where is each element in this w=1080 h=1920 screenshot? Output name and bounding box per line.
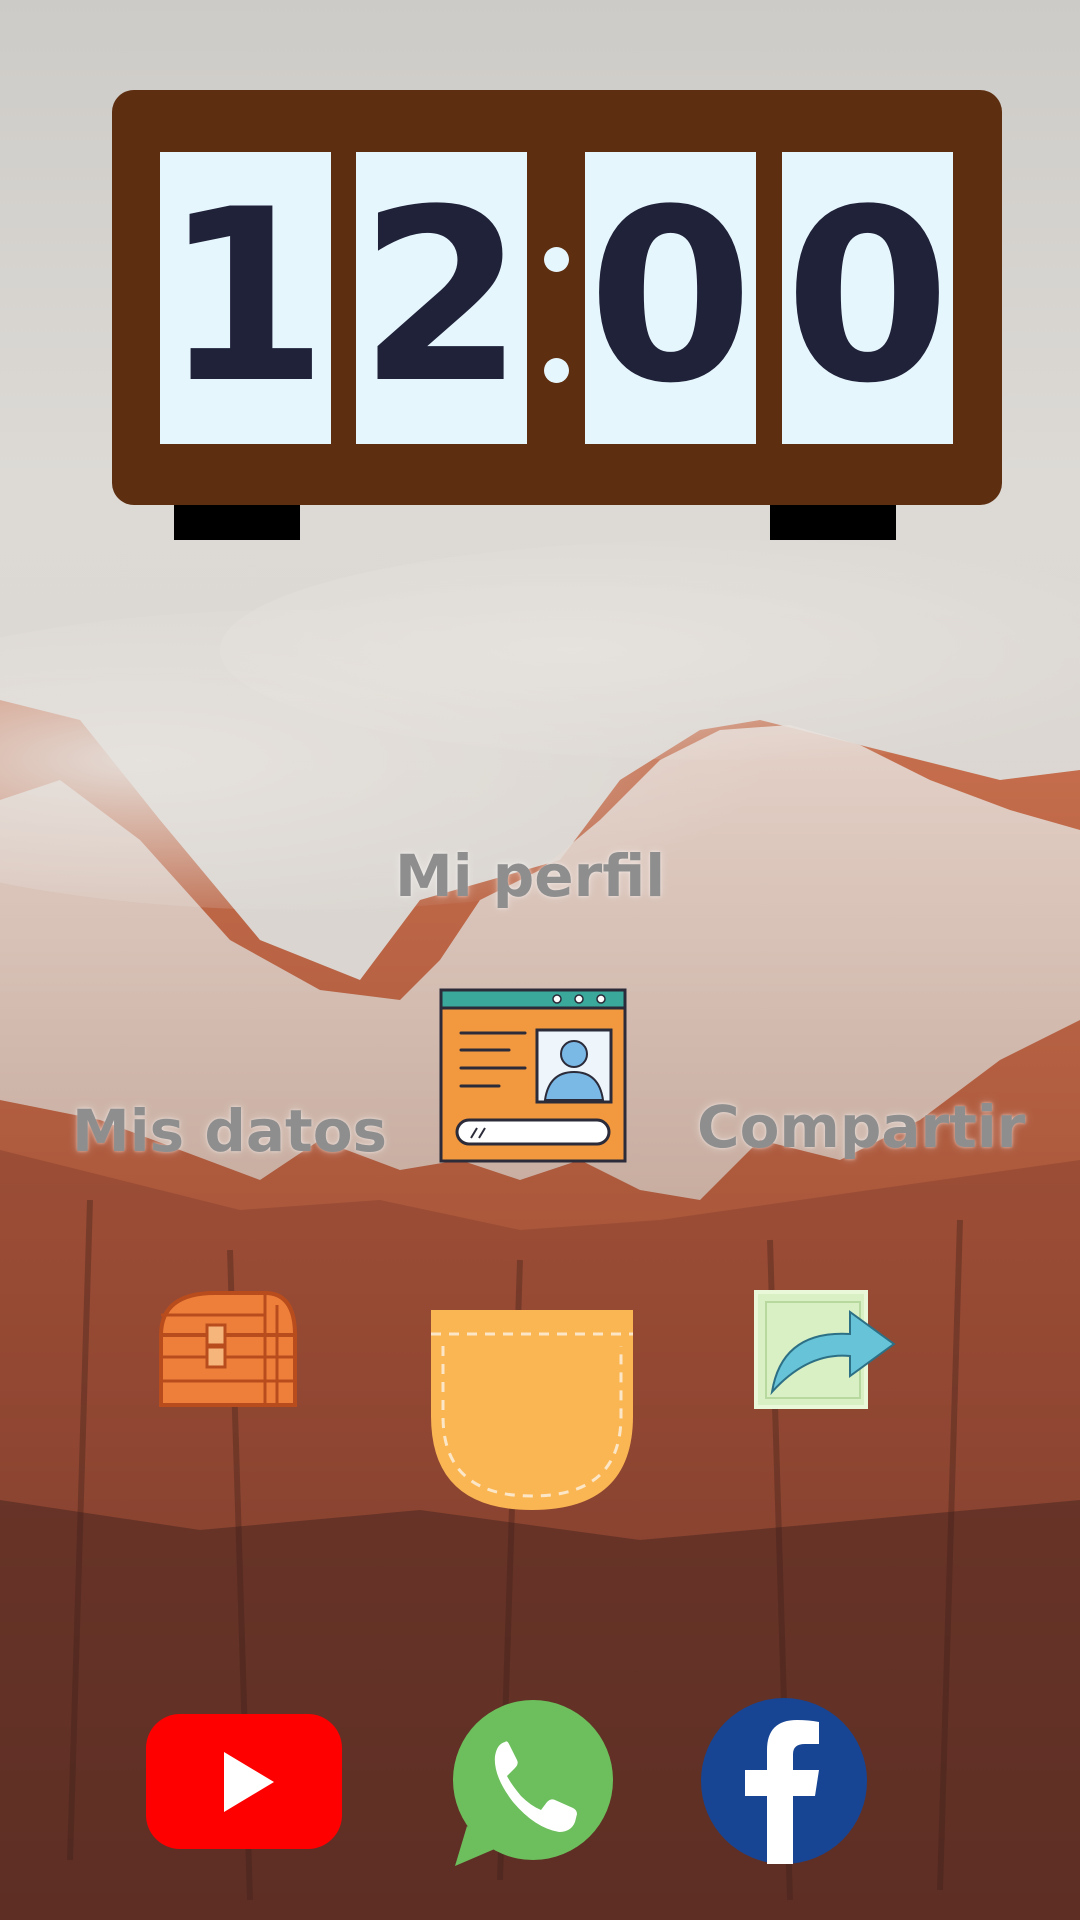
- youtube-icon[interactable]: [146, 1714, 342, 1849]
- clock-digit-minute-ones: 0: [782, 152, 953, 444]
- my-data-label[interactable]: Mis datos: [72, 1097, 387, 1165]
- clock-digit-hour-ones: 2: [356, 152, 527, 444]
- share-arrow-icon[interactable]: [752, 1282, 897, 1412]
- facebook-icon[interactable]: [701, 1698, 867, 1864]
- clock-digit-hour-tens: 1: [160, 152, 331, 444]
- clock-widget[interactable]: 1 2 0 0: [112, 90, 1002, 505]
- pocket-icon[interactable]: [427, 1306, 637, 1512]
- profile-label[interactable]: Mi perfil: [395, 842, 665, 910]
- treasure-chest-icon[interactable]: [155, 1285, 300, 1410]
- clock-foot-right: [770, 505, 896, 540]
- share-label[interactable]: Compartir: [697, 1093, 1025, 1161]
- whatsapp-icon[interactable]: [447, 1698, 617, 1868]
- clock-colon-bottom: [544, 358, 569, 383]
- clock-foot-left: [174, 505, 300, 540]
- clock-digit-minute-tens: 0: [585, 152, 756, 444]
- clock-colon-top: [544, 247, 569, 272]
- profile-card-icon[interactable]: [439, 988, 627, 1163]
